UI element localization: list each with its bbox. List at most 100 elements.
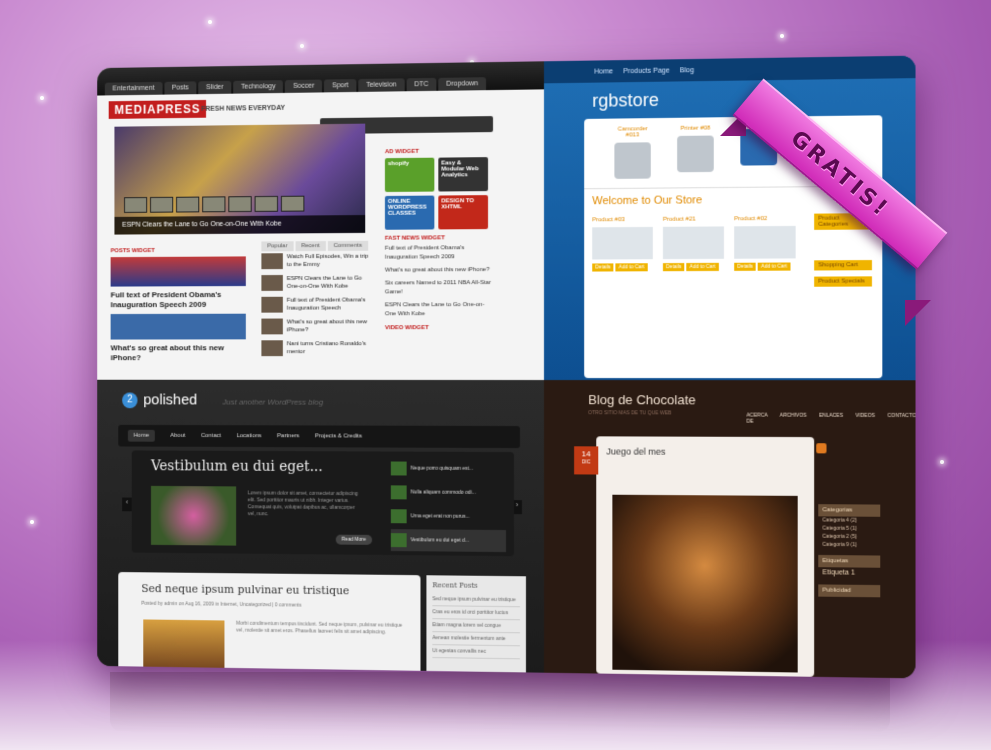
details-button[interactable]: Details (734, 262, 756, 271)
post-title[interactable]: Full text of President Obama's Inaugurat… (111, 290, 246, 310)
nav-item[interactable]: VIDEOS (855, 413, 875, 425)
rss-icon[interactable] (816, 443, 827, 454)
thumbnail[interactable] (254, 195, 278, 212)
tab-popular[interactable]: Popular (261, 241, 294, 252)
featured-slider[interactable]: ESPN Clears the Lane to Go One-on-One Wi… (114, 123, 366, 235)
post-title[interactable]: What's so great about this new iPhone? (111, 343, 246, 363)
nav-item[interactable]: About (170, 433, 185, 439)
nav-item[interactable]: Contact (201, 433, 221, 439)
widget-heading: FAST NEWS WIDGET (384, 235, 445, 242)
blog-title: Blog de Chocolate (588, 392, 696, 408)
ad-banner[interactable]: Easy & Modular Web Analytics (438, 157, 489, 192)
popular-list: Watch Full Episodes, Win a trip to the E… (261, 253, 371, 362)
nav-item[interactable]: Partners (277, 433, 299, 439)
sidebar-heading: Product Specials (814, 276, 872, 287)
carousel-item[interactable]: Camcorder #013 (610, 126, 654, 180)
recent-item[interactable]: Ut egestas convallis nec (432, 645, 520, 660)
polished-theme-preview[interactable]: 2 polished Just another WordPress blog Ho… (97, 379, 544, 673)
blog-subtitle: OTRO SITIO MAS DE TU QUE WEB (588, 410, 672, 417)
thumbnail[interactable] (176, 196, 200, 213)
list-item[interactable]: Neque porro quisquam est... (390, 458, 506, 481)
mediapress-sidebar: AD WIDGET shopify Easy & Modular Web Ana… (384, 142, 494, 334)
recent-item[interactable]: Sed neque ipsum pulvinar eu tristique (432, 593, 520, 608)
list-item[interactable]: Nulla aliquam commodo odi... (390, 481, 506, 504)
add-to-cart-button[interactable]: Add to Cart (758, 262, 791, 271)
add-to-cart-button[interactable]: Add to Cart (686, 262, 719, 272)
nav-item[interactable]: Dropdown (438, 77, 487, 91)
list-item[interactable]: Vestibulum eu dui eget d... (390, 529, 506, 553)
laptop-icon (662, 226, 724, 260)
thumbnail[interactable] (280, 195, 305, 212)
carousel-item[interactable]: Printer #08 (673, 125, 718, 179)
nav-item[interactable]: Posts (164, 81, 197, 95)
nav-item[interactable]: ACERCA DE (746, 413, 767, 425)
news-item[interactable]: What's so great about this new iPhone? (385, 266, 494, 275)
news-item[interactable]: Six careers Named to 2011 NBA All-Star G… (385, 279, 494, 297)
recent-posts: Recent Posts Sed neque ipsum pulvinar eu… (426, 575, 526, 673)
product-card[interactable]: Product #02 Details Add to Cart (734, 216, 796, 271)
post-card: Juego del mes (596, 436, 815, 677)
chocolate-nav: ACERCA DE ARCHIVOS ENLACES VIDEOS CONTAC… (746, 413, 915, 426)
polished-logo: 2 polished (122, 392, 197, 408)
list-item[interactable]: Full text of President Obama's Inaugurat… (261, 296, 371, 313)
recent-item[interactable]: Aenean molestie fermentum ante (432, 632, 520, 647)
prev-arrow-icon[interactable]: ‹ (122, 497, 132, 512)
list-item[interactable]: ESPN Clears the Lane to Go One-on-One Wi… (261, 274, 371, 291)
read-more-button[interactable]: Read More (335, 534, 372, 545)
nav-item[interactable]: Home (127, 429, 155, 442)
list-item-label: Watch Full Episodes, Win a trip to the E… (286, 253, 369, 269)
ad-banner[interactable]: DESIGN TO XHTML (438, 195, 489, 230)
list-item[interactable]: Nani turns Cristiano Ronaldo's mentor (261, 340, 371, 357)
nav-item[interactable]: Blog (680, 67, 694, 74)
nav-item[interactable]: Locations (236, 433, 261, 439)
post-title[interactable]: Sed neque ipsum pulvinar eu tristique (141, 582, 396, 598)
nav-item[interactable]: Projects & Credits (315, 433, 362, 439)
list-item-label: Nani turns Cristiano Ronaldo's mentor (286, 341, 367, 356)
date-day: 14 (581, 449, 591, 459)
widget-heading: VIDEO WIDGET (384, 325, 429, 332)
product-card[interactable]: Product #03 Details Add to Cart (592, 217, 653, 272)
add-to-cart-button[interactable]: Add to Cart (615, 263, 648, 272)
nav-item[interactable]: Soccer (285, 79, 323, 93)
thumbnail[interactable] (228, 196, 252, 213)
thumbnail (390, 461, 407, 476)
ad-banner[interactable]: shopify (384, 157, 435, 192)
slide-title[interactable]: Vestibulum eu dui eget... (151, 458, 323, 475)
mediapress-theme-preview[interactable]: Entertainment Posts Slider Technology So… (97, 61, 544, 381)
category-link[interactable]: Categoria 9 (1) (818, 541, 880, 550)
mediapress-tagline: FRESH NEWS EVERYDAY (201, 104, 286, 113)
tab-comments[interactable]: Comments (327, 240, 368, 251)
thumbnail (390, 485, 407, 500)
nav-item[interactable]: CONTACTO (887, 413, 915, 425)
list-item[interactable]: What's so great about this new iPhone? (261, 318, 371, 335)
news-item[interactable]: Full text of President Obama's Inaugurat… (385, 244, 494, 263)
nav-item[interactable]: Technology (233, 80, 284, 94)
nav-item[interactable]: ENLACES (819, 413, 843, 425)
tab-recent[interactable]: Recent (295, 241, 326, 252)
thumbnail[interactable] (202, 196, 226, 213)
nav-item[interactable]: Home (594, 68, 613, 75)
recent-item[interactable]: Etiam magna lorem vel congue (432, 619, 520, 634)
board-reflection (110, 672, 890, 732)
thumbnail[interactable] (150, 196, 174, 213)
list-item[interactable]: Urna eget erat non purus... (390, 505, 506, 528)
ad-banner[interactable]: ONLINE WORDPRESS CLASSES (384, 195, 435, 230)
details-button[interactable]: Details (592, 263, 614, 272)
nav-item[interactable]: Television (358, 78, 405, 92)
nav-item[interactable]: Slider (198, 80, 232, 95)
news-item[interactable]: ESPN Clears the Lane to Go One-on-One Wi… (385, 301, 494, 319)
list-item[interactable]: Watch Full Episodes, Win a trip to the E… (261, 253, 371, 270)
product-card[interactable]: Product #21 Details Add to Cart (662, 216, 724, 272)
nav-item[interactable]: ARCHIVOS (780, 413, 807, 425)
thumbnail[interactable] (124, 197, 148, 213)
recent-item[interactable]: Cras eu eros id orci porttitor luctus (432, 606, 520, 621)
nav-item[interactable]: Entertainment (104, 81, 163, 96)
post-title[interactable]: Juego del mes (606, 446, 804, 457)
details-button[interactable]: Details (662, 263, 685, 272)
tag-link[interactable]: Etiqueta 1 (818, 567, 880, 579)
nav-item[interactable]: Sport (324, 79, 357, 93)
nav-item[interactable]: DTC (406, 77, 437, 92)
nav-item[interactable]: Products Page (623, 67, 669, 75)
chocolate-theme-preview[interactable]: Blog de Chocolate OTRO SITIO MAS DE TU Q… (543, 380, 916, 679)
